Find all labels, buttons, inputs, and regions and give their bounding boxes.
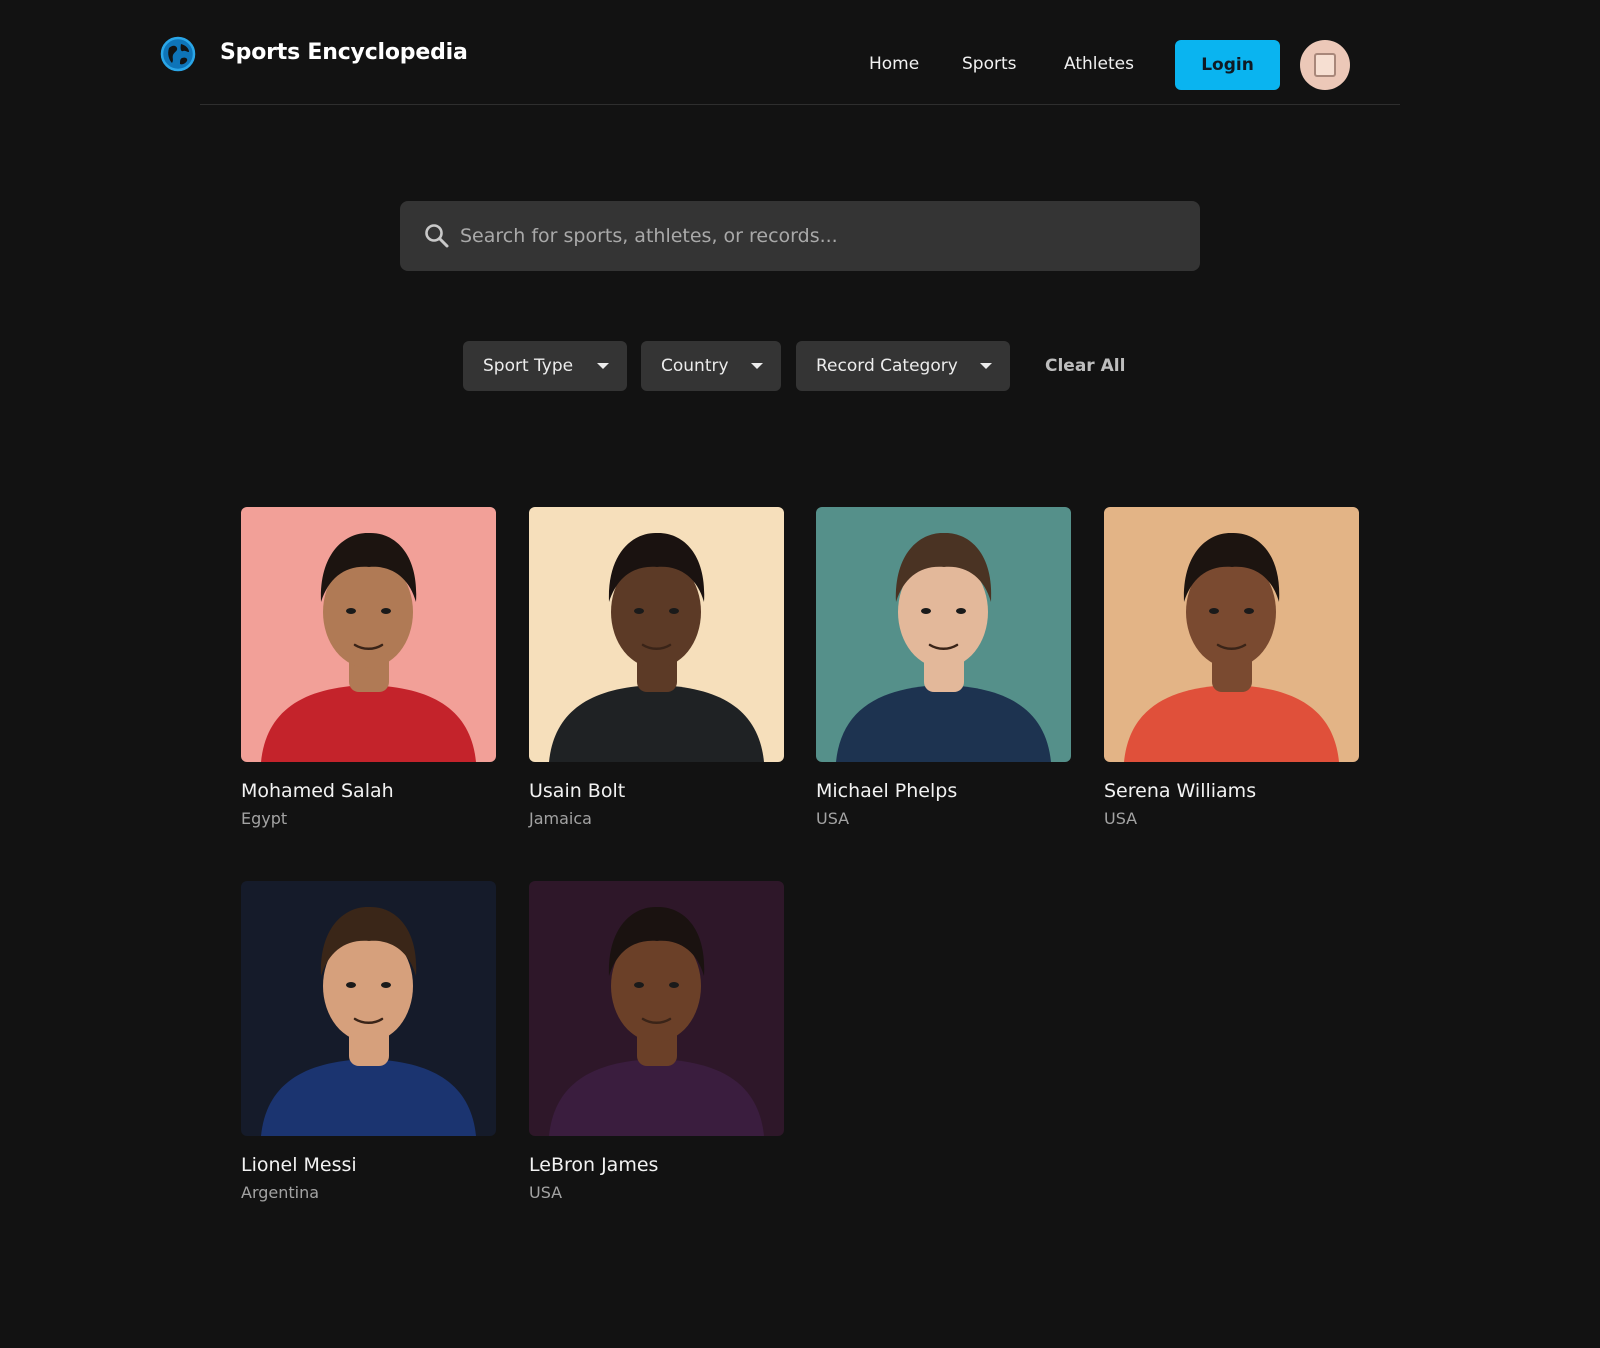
chevron-down-icon: [751, 363, 763, 369]
filter-label: Country: [661, 356, 729, 376]
search-bar[interactable]: [400, 201, 1200, 271]
athlete-portrait[interactable]: [816, 507, 1071, 762]
athlete-portrait[interactable]: [241, 881, 496, 1136]
athlete-portrait[interactable]: [241, 507, 496, 762]
search-input[interactable]: [460, 201, 1180, 271]
athlete-name[interactable]: Serena Williams: [1104, 780, 1359, 802]
filter-country[interactable]: Country: [641, 341, 781, 391]
athlete-country: USA: [529, 1183, 563, 1202]
athlete-portrait[interactable]: [529, 507, 784, 762]
athlete-card[interactable]: Michael Phelps USA: [816, 507, 1071, 828]
globe-icon[interactable]: [160, 36, 196, 72]
athlete-name[interactable]: LeBron James: [529, 1154, 784, 1176]
athlete-country: USA: [1104, 809, 1138, 828]
login-button[interactable]: Login: [1175, 40, 1280, 90]
header-divider: [200, 104, 1400, 105]
portrait-illustration: [241, 507, 496, 762]
athlete-name[interactable]: Lionel Messi: [241, 1154, 496, 1176]
athlete-name[interactable]: Michael Phelps: [816, 780, 1071, 802]
portrait-eye: [381, 608, 391, 614]
athlete-name[interactable]: Usain Bolt: [529, 780, 784, 802]
filter-record-category[interactable]: Record Category: [796, 341, 1010, 391]
athlete-card[interactable]: Usain Bolt Jamaica: [529, 507, 784, 828]
nav-sports[interactable]: Sports: [962, 54, 1017, 74]
athlete-portrait[interactable]: [1104, 507, 1359, 762]
portrait-eye: [669, 608, 679, 614]
athlete-card[interactable]: LeBron James USA: [529, 881, 784, 1202]
avatar-icon: [1314, 53, 1336, 77]
athlete-country: Egypt: [241, 809, 288, 828]
athlete-country: Jamaica: [529, 809, 592, 828]
portrait-eye: [956, 608, 966, 614]
avatar[interactable]: [1300, 40, 1350, 90]
portrait-eye: [1209, 608, 1219, 614]
portrait-eye: [669, 982, 679, 988]
filter-sport-type[interactable]: Sport Type: [463, 341, 627, 391]
portrait-eye: [346, 982, 356, 988]
portrait-eye: [346, 608, 356, 614]
portrait-illustration: [241, 881, 496, 1136]
portrait-illustration: [816, 507, 1071, 762]
athlete-country: Argentina: [241, 1183, 320, 1202]
athlete-card[interactable]: Serena Williams USA: [1104, 507, 1359, 828]
brand-title[interactable]: Sports Encyclopedia: [220, 40, 468, 65]
athlete-portrait[interactable]: [529, 881, 784, 1136]
portrait-eye: [381, 982, 391, 988]
portrait-illustration: [1104, 507, 1359, 762]
portrait-eye: [921, 608, 931, 614]
portrait-eye: [634, 982, 644, 988]
athlete-card[interactable]: Mohamed Salah Egypt: [241, 507, 496, 828]
chevron-down-icon: [980, 363, 992, 369]
nav-athletes[interactable]: Athletes: [1064, 54, 1134, 74]
athlete-country: USA: [816, 809, 850, 828]
portrait-illustration: [529, 881, 784, 1136]
portrait-illustration: [529, 507, 784, 762]
portrait-eye: [634, 608, 644, 614]
filter-label: Record Category: [816, 356, 958, 376]
search-icon: [425, 224, 449, 248]
chevron-down-icon: [597, 363, 609, 369]
clear-all-button[interactable]: Clear All: [1045, 356, 1125, 376]
athlete-card[interactable]: Lionel Messi Argentina: [241, 881, 496, 1202]
header: Sports Encyclopedia Home Sports Athletes…: [0, 0, 1600, 106]
portrait-eye: [1244, 608, 1254, 614]
nav-home[interactable]: Home: [869, 54, 919, 74]
filter-label: Sport Type: [483, 356, 574, 376]
athlete-name[interactable]: Mohamed Salah: [241, 780, 496, 802]
